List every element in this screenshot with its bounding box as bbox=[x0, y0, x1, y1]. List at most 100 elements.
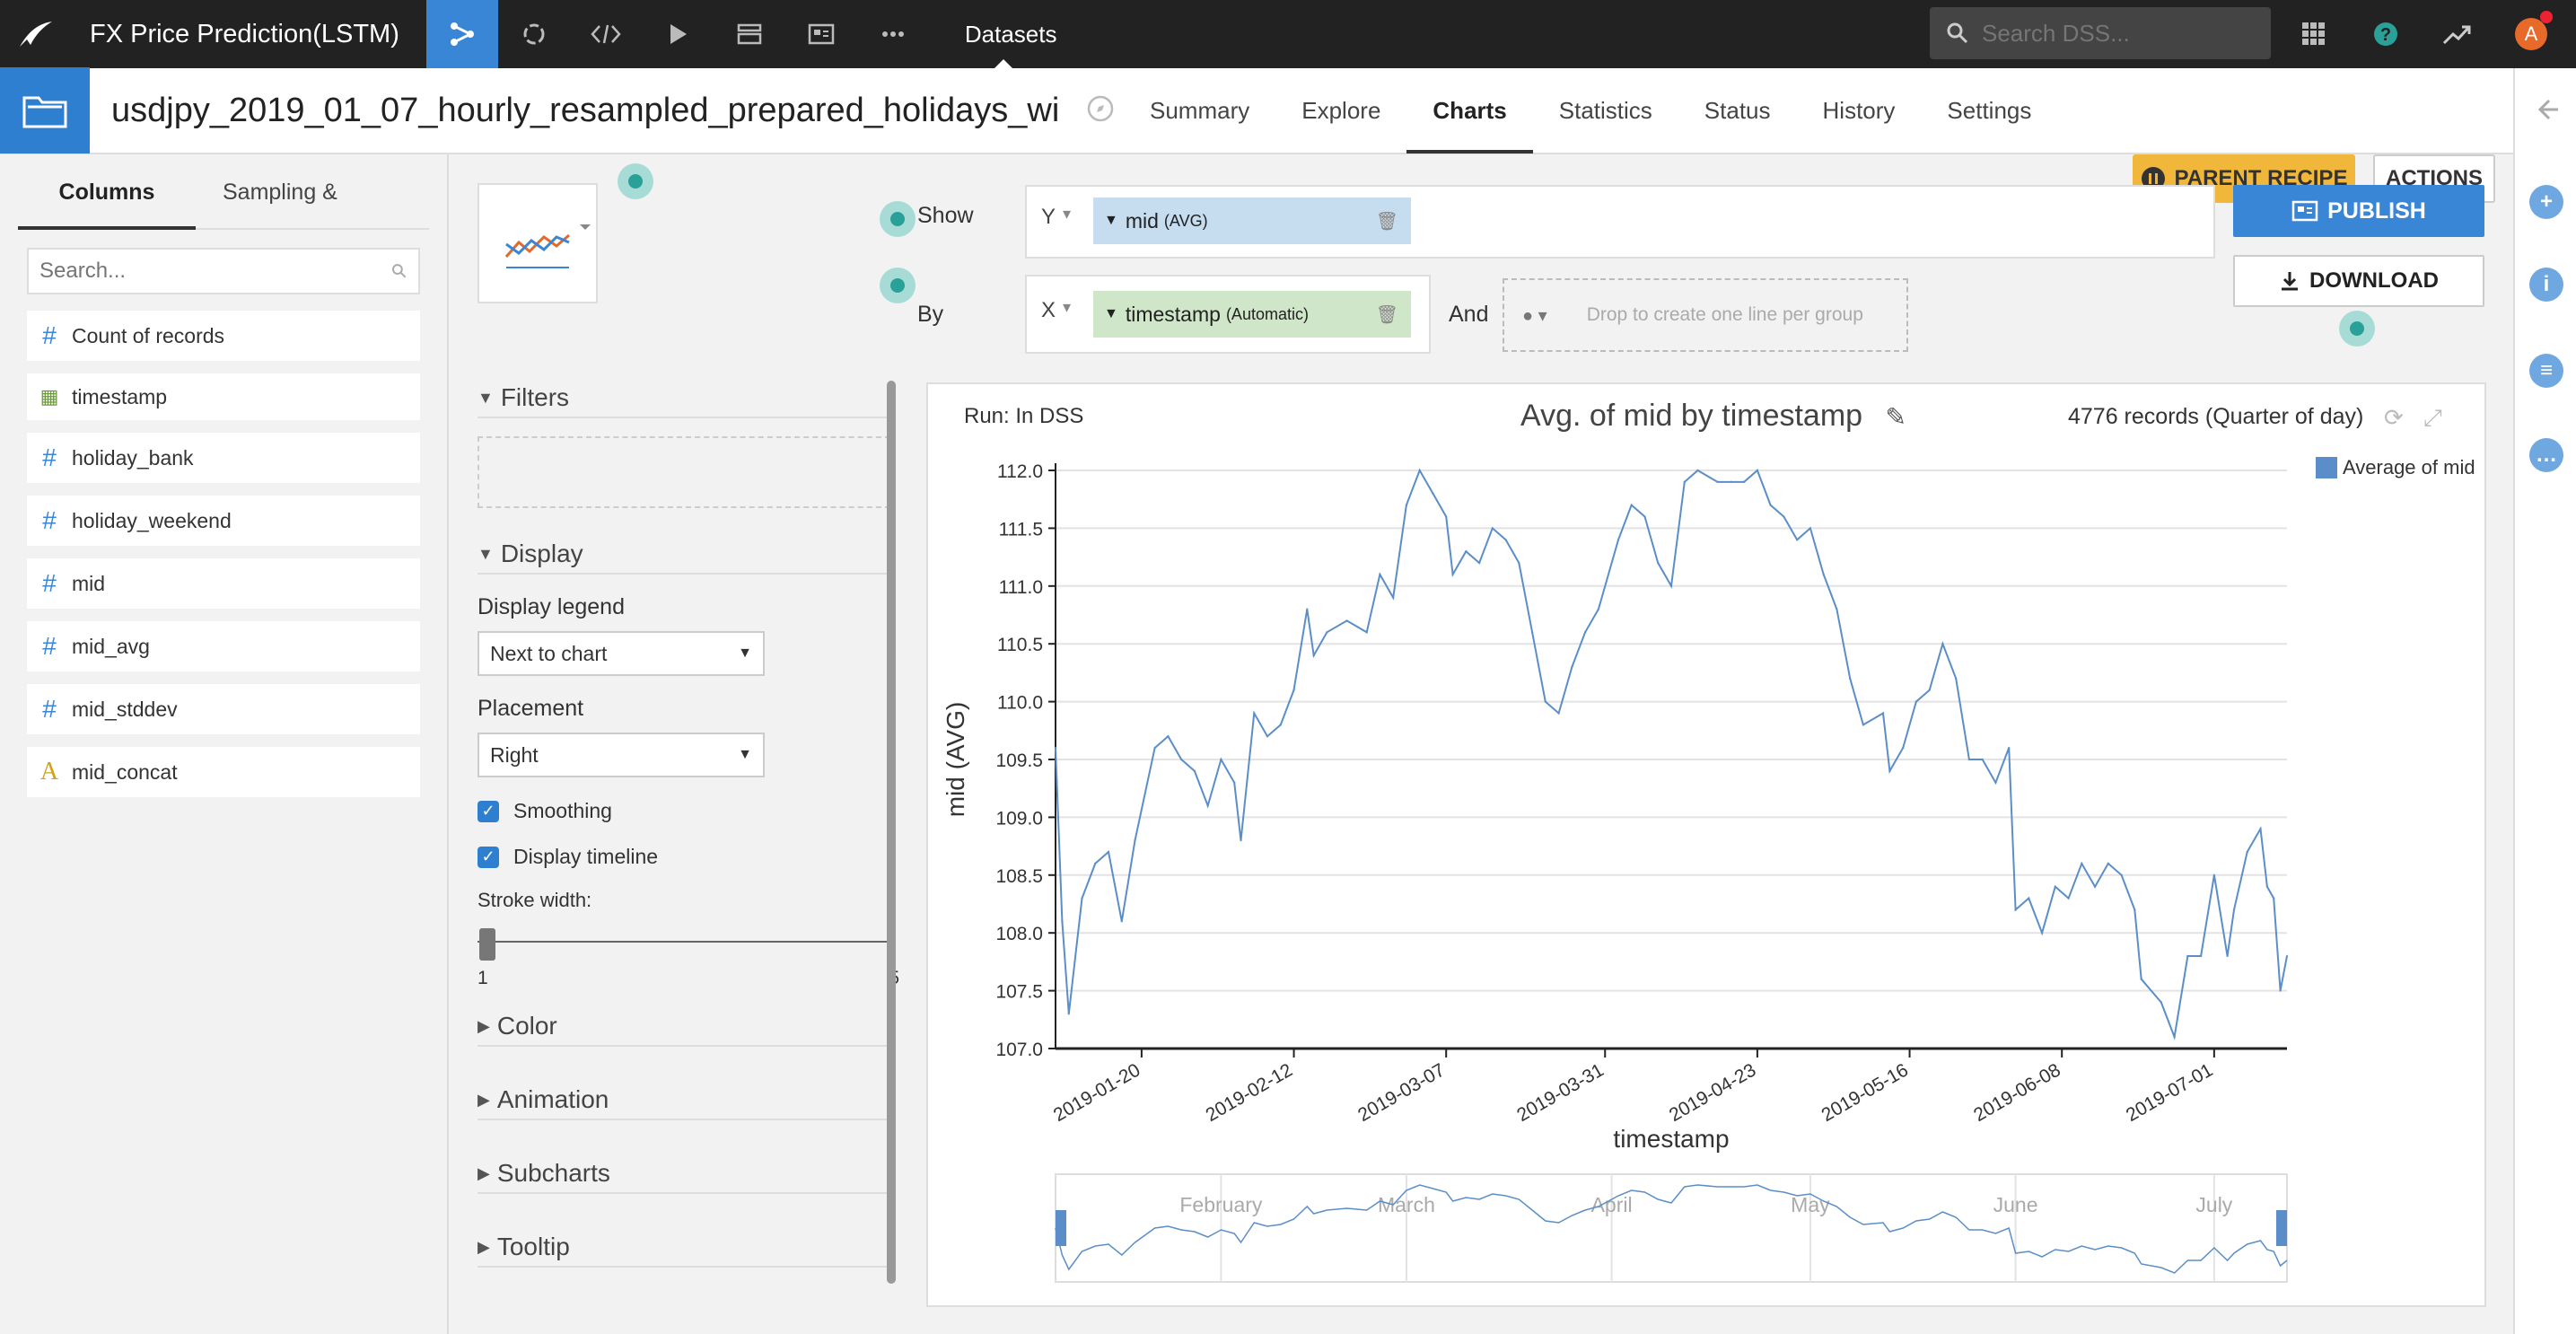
display-legend-select[interactable]: Next to chart ▼ bbox=[478, 631, 765, 676]
data-point bbox=[1153, 746, 1156, 750]
dataset-tabs: Summary Explore Charts Statistics Status… bbox=[1086, 67, 2057, 154]
x-axis-letter[interactable]: X bbox=[1041, 298, 1056, 323]
data-point bbox=[2226, 954, 2229, 958]
dashboard-icon[interactable] bbox=[785, 0, 857, 68]
compass-icon[interactable] bbox=[1086, 94, 1115, 127]
y-axis-label: mid (AVG) bbox=[942, 702, 969, 818]
list-icon[interactable]: ≡ bbox=[2529, 354, 2563, 388]
slider-track[interactable] bbox=[478, 941, 890, 943]
line-chart[interactable]: 107.0 107.5 108.0 108.5 109.0 109.5 110.0 110.5… bbox=[928, 384, 2488, 1309]
column-item[interactable]: # Count of records bbox=[27, 311, 420, 361]
smoothing-option[interactable]: ✓ Smoothing bbox=[478, 799, 890, 823]
data-point bbox=[1365, 631, 1368, 634]
tab-settings[interactable]: Settings bbox=[1921, 67, 2057, 154]
column-item[interactable]: # holiday_bank bbox=[27, 433, 420, 483]
display-timeline-checkbox[interactable]: ✓ bbox=[478, 846, 499, 868]
trash-icon[interactable]: 🗑 bbox=[1376, 210, 1398, 233]
caret-down-icon[interactable]: ▼ bbox=[1104, 306, 1118, 322]
tab-columns[interactable]: Columns bbox=[18, 154, 196, 230]
chart-legend[interactable]: Average of mid bbox=[2316, 456, 2475, 479]
display-section[interactable]: ▼ Display bbox=[478, 535, 890, 575]
y-measure-pill[interactable]: ▼ mid (AVG) 🗑 bbox=[1093, 197, 1411, 244]
x-tick-label: 2019-07-01 bbox=[2123, 1059, 2217, 1126]
tab-summary[interactable]: Summary bbox=[1124, 67, 1275, 154]
tab-statistics[interactable]: Statistics bbox=[1533, 67, 1678, 154]
by-label: By bbox=[917, 302, 944, 327]
user-avatar[interactable]: A bbox=[2504, 0, 2558, 68]
nav-datasets[interactable]: Datasets bbox=[929, 0, 1056, 68]
chart-type-selector[interactable] bbox=[478, 183, 598, 303]
refresh-icon[interactable]: ⟳ bbox=[2384, 404, 2404, 432]
info-icon[interactable]: i bbox=[2529, 268, 2563, 302]
column-search-input[interactable] bbox=[39, 259, 392, 284]
y-tick-label: 109.5 bbox=[995, 750, 1043, 771]
tab-history[interactable]: History bbox=[1797, 67, 1922, 154]
column-item[interactable]: # holiday_weekend bbox=[27, 496, 420, 546]
data-point bbox=[1312, 654, 1315, 657]
tab-status[interactable]: Status bbox=[1678, 67, 1797, 154]
more-icon[interactable] bbox=[857, 0, 929, 68]
data-point bbox=[1848, 677, 1852, 680]
tutorial-hint-dot[interactable] bbox=[2339, 311, 2375, 347]
caret-down-icon[interactable]: ▼ bbox=[1104, 213, 1118, 229]
dataiku-logo-icon[interactable] bbox=[0, 0, 72, 68]
tutorial-hint-dot[interactable] bbox=[618, 163, 653, 199]
download-button[interactable]: DOWNLOAD bbox=[2233, 255, 2484, 307]
column-item[interactable]: ▦ timestamp bbox=[27, 373, 420, 420]
deployer-icon[interactable] bbox=[714, 0, 785, 68]
y-tick-label: 107.0 bbox=[995, 1040, 1043, 1060]
add-icon[interactable]: + bbox=[2529, 185, 2563, 219]
search-input[interactable] bbox=[1982, 19, 2251, 48]
tutorial-hint-dot[interactable] bbox=[880, 201, 916, 237]
filters-dropzone[interactable] bbox=[478, 436, 890, 508]
settings-scrollbar[interactable] bbox=[887, 381, 896, 1284]
column-item[interactable]: # mid_stddev bbox=[27, 684, 420, 734]
slider-handle[interactable] bbox=[479, 928, 495, 961]
stroke-width-slider[interactable] bbox=[478, 925, 890, 961]
numeric-hash-icon: # bbox=[42, 443, 57, 471]
caret-down-icon[interactable]: ▾ bbox=[1063, 298, 1071, 317]
apps-grid-icon[interactable] bbox=[2287, 0, 2341, 68]
subcharts-section[interactable]: ▶ Subcharts bbox=[478, 1154, 890, 1194]
tab-charts[interactable]: Charts bbox=[1406, 67, 1533, 154]
tab-sampling-engine[interactable]: Sampling & Engine bbox=[196, 154, 429, 280]
color-label: Color bbox=[496, 1012, 557, 1040]
display-timeline-option[interactable]: ✓ Display timeline bbox=[478, 845, 890, 869]
group-dropzone[interactable]: ● ▾ Drop to create one line per group bbox=[1503, 278, 1908, 352]
x-tick-label: 2019-01-20 bbox=[1050, 1059, 1144, 1126]
help-icon[interactable]: ? bbox=[2359, 0, 2413, 68]
dataset-folder-icon[interactable] bbox=[0, 67, 90, 154]
activity-trend-icon[interactable] bbox=[2431, 0, 2484, 68]
publish-button[interactable]: PUBLISH bbox=[2233, 185, 2484, 237]
chart-title[interactable]: Avg. of mid by timestamp ✎ bbox=[1520, 399, 1906, 434]
tutorial-hint-dot[interactable] bbox=[880, 268, 916, 303]
trash-icon[interactable]: 🗑 bbox=[1376, 303, 1398, 326]
search-icon bbox=[1947, 22, 1968, 44]
placement-select[interactable]: Right ▼ bbox=[478, 733, 765, 777]
column-item[interactable]: # mid_avg bbox=[27, 621, 420, 671]
lab-icon[interactable] bbox=[498, 0, 570, 68]
column-item[interactable]: # mid bbox=[27, 558, 420, 609]
tab-explore[interactable]: Explore bbox=[1275, 67, 1406, 154]
animation-section[interactable]: ▶ Animation bbox=[478, 1081, 890, 1120]
discussion-icon[interactable]: … bbox=[2529, 438, 2563, 472]
collapse-arrow-icon[interactable] bbox=[2531, 95, 2560, 128]
color-drop-icon[interactable]: ● ▾ bbox=[1522, 304, 1547, 327]
x-dimension-pill[interactable]: ▼ timestamp (Automatic) 🗑 bbox=[1093, 291, 1411, 338]
tooltip-section[interactable]: ▶ Tooltip bbox=[478, 1228, 890, 1268]
column-item[interactable]: Amid_concat bbox=[27, 747, 420, 797]
caret-down-icon[interactable]: ▾ bbox=[1063, 205, 1071, 224]
filters-section[interactable]: ▼ Filters bbox=[478, 379, 890, 418]
project-title[interactable]: FX Price Prediction(LSTM) bbox=[72, 20, 426, 49]
smoothing-checkbox[interactable]: ✓ bbox=[478, 800, 499, 822]
expand-icon[interactable]: ⤢ bbox=[2423, 404, 2442, 433]
flow-icon[interactable] bbox=[425, 0, 498, 68]
chart-settings: ▼ Filters ▼ Display Display legend Next to… bbox=[478, 379, 899, 1330]
dataset-name[interactable]: usdjpy_2019_01_07_hourly_resampled_prepa… bbox=[90, 92, 1059, 130]
pencil-icon[interactable]: ✎ bbox=[1886, 403, 1906, 431]
run-icon[interactable] bbox=[642, 0, 714, 68]
y-axis-letter[interactable]: Y bbox=[1041, 205, 1056, 230]
code-icon[interactable] bbox=[570, 0, 642, 68]
color-section[interactable]: ▶ Color bbox=[478, 1007, 890, 1047]
global-search[interactable] bbox=[1930, 7, 2271, 59]
